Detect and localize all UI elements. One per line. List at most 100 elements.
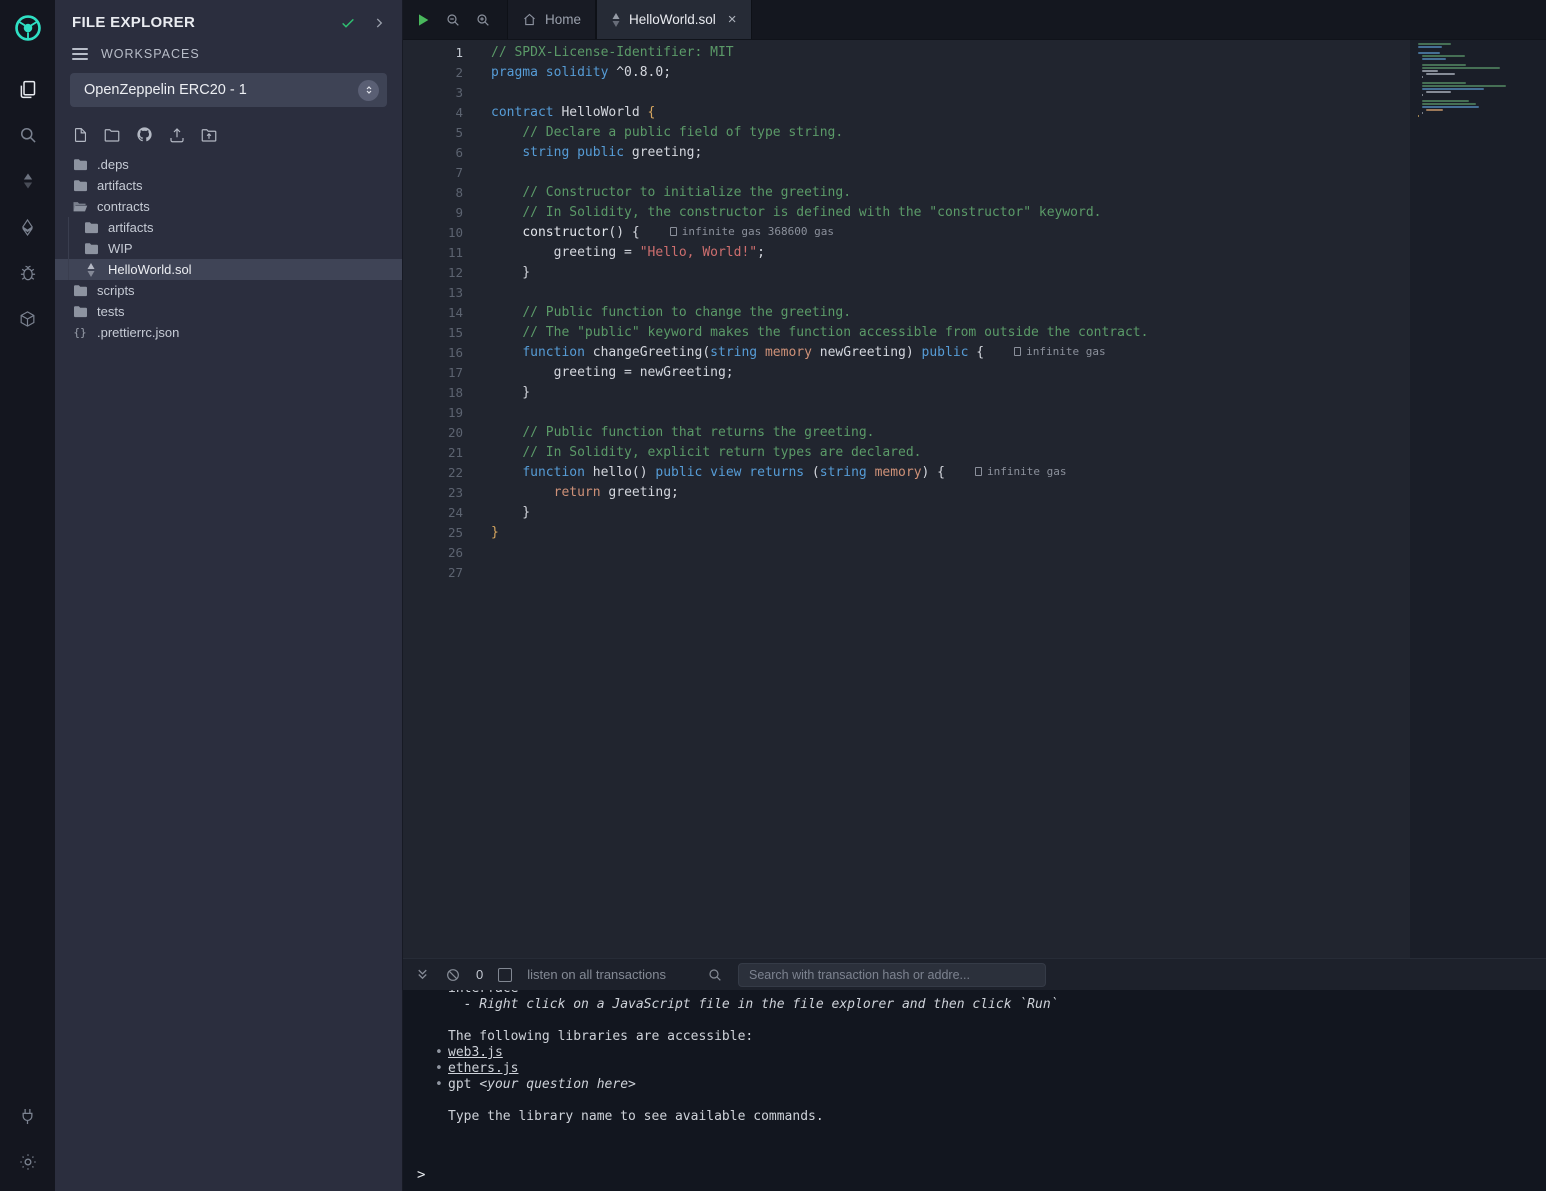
zoom-in-icon[interactable] xyxy=(475,12,491,28)
terminal-search-input[interactable] xyxy=(738,963,1046,987)
line-number[interactable]: 6 xyxy=(403,145,463,160)
code-line-9[interactable]: 9 // In Solidity, the constructor is def… xyxy=(403,202,1546,222)
line-number[interactable]: 8 xyxy=(403,185,463,200)
line-number[interactable]: 20 xyxy=(403,425,463,440)
line-text: // Public function to change the greetin… xyxy=(463,305,851,320)
line-number[interactable]: 11 xyxy=(403,245,463,260)
chevron-right-icon[interactable] xyxy=(372,16,386,30)
code-line-4[interactable]: 4contract HelloWorld { xyxy=(403,102,1546,122)
terminal-output[interactable]: interface - Right click on a JavaScript … xyxy=(403,990,1546,1191)
listen-transactions-checkbox[interactable] xyxy=(498,968,512,982)
code-line-8[interactable]: 8 // Constructor to initialize the greet… xyxy=(403,182,1546,202)
line-number[interactable]: 21 xyxy=(403,445,463,460)
remix-logo-icon[interactable] xyxy=(12,8,44,48)
library-link[interactable]: ethers.js xyxy=(448,1061,518,1076)
tab-helloworld-sol[interactable]: HelloWorld.sol × xyxy=(596,0,752,39)
line-number[interactable]: 13 xyxy=(403,285,463,300)
code-line-17[interactable]: 17 greeting = newGreeting; xyxy=(403,362,1546,382)
line-number[interactable]: 5 xyxy=(403,125,463,140)
code-line-12[interactable]: 12 } xyxy=(403,262,1546,282)
code-line-3[interactable]: 3 xyxy=(403,82,1546,102)
code-line-22[interactable]: 22 function hello() public view returns … xyxy=(403,462,1546,482)
connect-plugin-icon[interactable] xyxy=(12,1101,44,1131)
tree-item-artifacts[interactable]: artifacts xyxy=(55,175,402,196)
tree-item-helloworld-sol[interactable]: HelloWorld.sol xyxy=(55,259,402,280)
deploy-and-run-icon[interactable] xyxy=(12,212,44,242)
zoom-out-icon[interactable] xyxy=(445,12,461,28)
tree-item--prettierrc-json[interactable]: {}.prettierrc.json xyxy=(55,322,402,343)
tab-home[interactable]: Home xyxy=(507,0,596,39)
line-number[interactable]: 9 xyxy=(403,205,463,220)
new-file-icon[interactable] xyxy=(72,126,89,144)
line-text: // In Solidity, the constructor is defin… xyxy=(463,205,1102,220)
code-line-20[interactable]: 20 // Public function that returns the g… xyxy=(403,422,1546,442)
terminal-prompt[interactable]: > xyxy=(417,1167,425,1183)
code-line-5[interactable]: 5 // Declare a public field of type stri… xyxy=(403,122,1546,142)
line-number[interactable]: 1 xyxy=(403,45,463,60)
library-link[interactable]: web3.js xyxy=(448,1045,503,1060)
tree-item--deps[interactable]: .deps xyxy=(55,154,402,175)
code-line-27[interactable]: 27 xyxy=(403,562,1546,582)
code-line-21[interactable]: 21 // In Solidity, explicit return types… xyxy=(403,442,1546,462)
code-line-10[interactable]: 10 constructor() {infinite gas 368600 ga… xyxy=(403,222,1546,242)
code-line-18[interactable]: 18 } xyxy=(403,382,1546,402)
file-explorer-icon[interactable] xyxy=(12,74,44,104)
workspace-sort-icon[interactable] xyxy=(358,80,379,101)
tree-item-tests[interactable]: tests xyxy=(55,301,402,322)
line-number[interactable]: 12 xyxy=(403,265,463,280)
expand-terminal-icon[interactable] xyxy=(415,967,430,982)
code-line-2[interactable]: 2pragma solidity ^0.8.0; xyxy=(403,62,1546,82)
code-line-1[interactable]: 1// SPDX-License-Identifier: MIT xyxy=(403,42,1546,62)
code-line-14[interactable]: 14 // Public function to change the gree… xyxy=(403,302,1546,322)
close-tab-icon[interactable]: × xyxy=(728,12,737,27)
tree-item-scripts[interactable]: scripts xyxy=(55,280,402,301)
code-line-23[interactable]: 23 return greeting; xyxy=(403,482,1546,502)
clear-console-icon[interactable] xyxy=(445,967,461,983)
code-line-15[interactable]: 15 // The "public" keyword makes the fun… xyxy=(403,322,1546,342)
workspaces-menu-icon[interactable] xyxy=(72,48,88,60)
code-line-26[interactable]: 26 xyxy=(403,542,1546,562)
line-number[interactable]: 14 xyxy=(403,305,463,320)
code-line-7[interactable]: 7 xyxy=(403,162,1546,182)
workspace-dropdown[interactable]: OpenZeppelin ERC20 - 1 xyxy=(70,73,387,107)
line-number[interactable]: 26 xyxy=(403,545,463,560)
new-folder-icon[interactable] xyxy=(103,126,121,144)
debugger-bug-icon[interactable] xyxy=(12,258,44,288)
line-number[interactable]: 25 xyxy=(403,525,463,540)
line-number[interactable]: 24 xyxy=(403,505,463,520)
terminal-lines: interface - Right click on a JavaScript … xyxy=(448,990,1546,1125)
code-editor[interactable]: 1// SPDX-License-Identifier: MIT2pragma … xyxy=(403,40,1546,958)
code-line-19[interactable]: 19 xyxy=(403,402,1546,422)
code-line-25[interactable]: 25} xyxy=(403,522,1546,542)
line-number[interactable]: 17 xyxy=(403,365,463,380)
line-number[interactable]: 19 xyxy=(403,405,463,420)
line-number[interactable]: 23 xyxy=(403,485,463,500)
solidity-compiler-icon[interactable] xyxy=(12,166,44,196)
line-number[interactable]: 2 xyxy=(403,65,463,80)
code-line-24[interactable]: 24 } xyxy=(403,502,1546,522)
line-number[interactable]: 3 xyxy=(403,85,463,100)
load-folder-icon[interactable] xyxy=(200,126,218,144)
line-number[interactable]: 15 xyxy=(403,325,463,340)
line-number[interactable]: 27 xyxy=(403,565,463,580)
code-line-6[interactable]: 6 string public greeting; xyxy=(403,142,1546,162)
line-number[interactable]: 4 xyxy=(403,105,463,120)
github-icon[interactable] xyxy=(135,125,154,144)
tree-item-artifacts[interactable]: artifacts xyxy=(55,217,402,238)
settings-gear-icon[interactable] xyxy=(12,1147,44,1177)
line-number[interactable]: 7 xyxy=(403,165,463,180)
line-number[interactable]: 22 xyxy=(403,465,463,480)
code-line-13[interactable]: 13 xyxy=(403,282,1546,302)
tree-item-contracts[interactable]: contracts xyxy=(55,196,402,217)
code-line-11[interactable]: 11 greeting = "Hello, World!"; xyxy=(403,242,1546,262)
tree-item-wip[interactable]: WIP xyxy=(55,238,402,259)
line-number[interactable]: 18 xyxy=(403,385,463,400)
line-number[interactable]: 10 xyxy=(403,225,463,240)
line-number[interactable]: 16 xyxy=(403,345,463,360)
upload-file-icon[interactable] xyxy=(168,126,186,144)
run-script-button[interactable] xyxy=(415,12,431,28)
search-icon[interactable] xyxy=(12,120,44,150)
plugin-manager-icon[interactable] xyxy=(12,304,44,334)
check-icon[interactable] xyxy=(340,15,356,31)
code-line-16[interactable]: 16 function changeGreeting(string memory… xyxy=(403,342,1546,362)
